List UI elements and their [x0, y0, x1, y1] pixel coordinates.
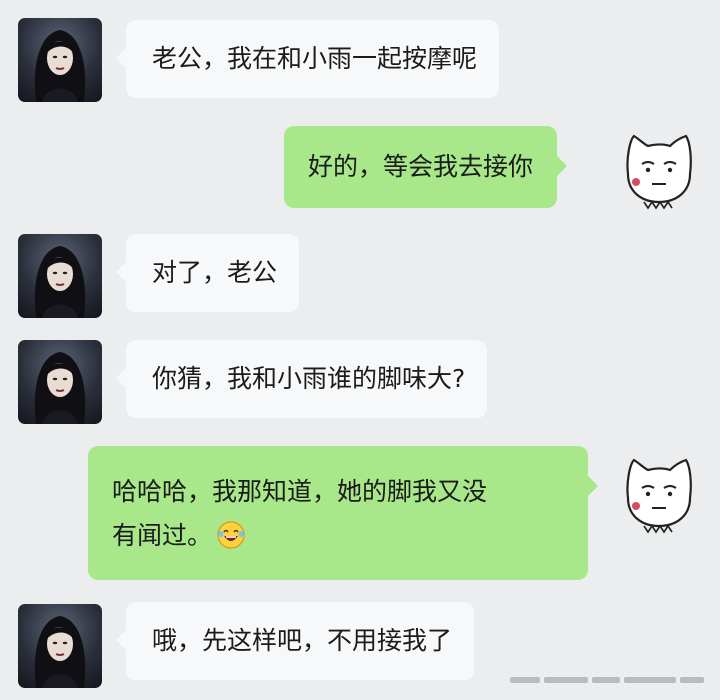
woman-avatar-icon: [34, 30, 86, 102]
message-bubble-incoming[interactable]: 哦，先这样吧，不用接我了: [115, 602, 475, 680]
message-text: 你猜，我和小雨谁的脚味大?: [152, 364, 466, 393]
chat-window: 老公，我在和小雨一起按摩呢 好的，等会我去接你 对了，老公 你猜，我和小雨谁的脚…: [0, 0, 720, 700]
message-bubble-incoming[interactable]: 你猜，我和小雨谁的脚味大?: [115, 340, 488, 418]
woman-avatar-icon: [34, 246, 86, 318]
contact-avatar[interactable]: [18, 604, 102, 688]
cat-avatar-icon: [626, 134, 692, 210]
contact-avatar[interactable]: [18, 234, 102, 318]
message-bubble-outgoing[interactable]: 好的，等会我去接你: [284, 126, 568, 208]
message-text: 老公，我在和小雨一起按摩呢: [152, 44, 478, 73]
woman-avatar-icon: [34, 616, 86, 688]
laughing-emoji-icon: [217, 521, 245, 549]
watermark: [510, 670, 710, 690]
message-text: 对了，老公: [152, 258, 278, 287]
message-text: 好的，等会我去接你: [308, 152, 534, 181]
message-text-line: 哈哈哈，我那知道，她的脚我又没: [112, 477, 488, 506]
message-text-line: 有闻过。: [112, 516, 564, 556]
message-text: 哦，先这样吧，不用接我了: [152, 626, 453, 655]
contact-avatar[interactable]: [18, 18, 102, 102]
message-bubble-incoming[interactable]: 对了，老公: [115, 234, 300, 312]
contact-avatar[interactable]: [18, 340, 102, 424]
woman-avatar-icon: [34, 352, 86, 424]
message-bubble-outgoing[interactable]: 哈哈哈，我那知道，她的脚我又没 有闻过。: [88, 446, 598, 580]
self-avatar[interactable]: [618, 452, 700, 534]
message-bubble-incoming[interactable]: 老公，我在和小雨一起按摩呢: [115, 20, 500, 98]
self-avatar[interactable]: [618, 128, 700, 210]
cat-avatar-icon: [626, 458, 692, 534]
message-text: 有闻过。: [112, 521, 213, 550]
